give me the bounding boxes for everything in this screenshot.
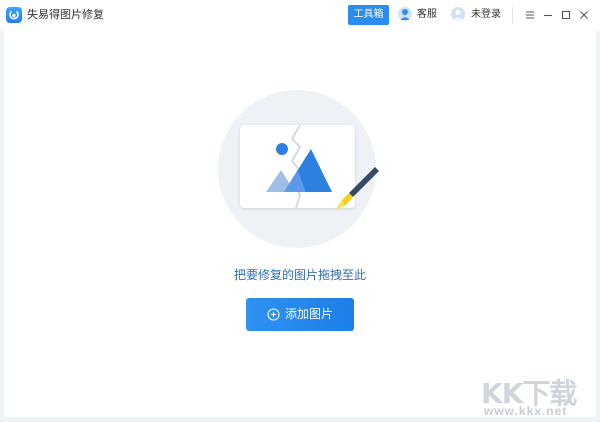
maximize-icon[interactable] — [559, 8, 573, 22]
login-status-label: 未登录 — [471, 9, 501, 20]
close-icon[interactable] — [577, 8, 591, 22]
drag-hint-text: 把要修复的图片拖拽至此 — [233, 268, 366, 282]
menu-icon[interactable] — [523, 8, 537, 22]
user-avatar-icon — [451, 7, 465, 21]
customer-service-icon — [398, 7, 412, 21]
customer-service-label: 客服 — [417, 9, 437, 20]
watermark-url: www.kkx.net — [484, 404, 568, 418]
watermark: KK下载 www.kkx.net — [472, 368, 592, 418]
add-image-button[interactable]: 添加图片 — [246, 298, 354, 331]
brush-icon — [336, 167, 379, 210]
window-title: 失易得图片修复 — [27, 9, 104, 21]
add-image-label: 添加图片 — [285, 307, 334, 321]
title-bar: 失易得图片修复 工具箱 客服 未登录 — [0, 0, 600, 31]
title-bar-divider — [512, 7, 513, 23]
minimize-icon[interactable] — [541, 8, 555, 22]
app-logo-icon — [6, 7, 22, 23]
plus-circle-icon — [267, 308, 280, 321]
toolbox-button[interactable]: 工具箱 — [348, 5, 389, 25]
